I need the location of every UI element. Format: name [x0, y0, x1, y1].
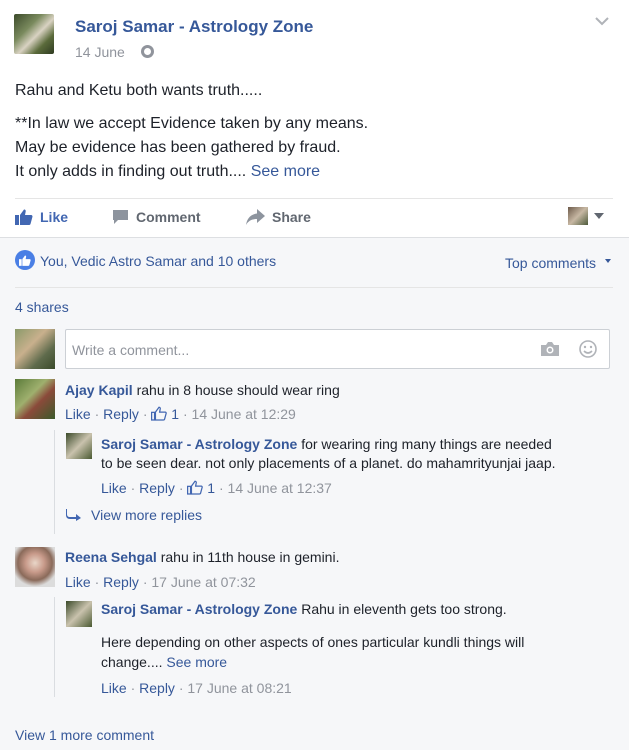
reply-reply-link[interactable]: Reply	[139, 680, 175, 696]
see-more-link[interactable]: See more	[251, 163, 320, 180]
comment-reply-link[interactable]: Reply	[103, 574, 139, 590]
comment: Ajay Kapil rahu in 8 house should wear r…	[65, 382, 340, 398]
thumbs-up-icon	[187, 480, 204, 495]
post-text-last: It only adds in finding out truth....	[15, 163, 247, 180]
divider	[15, 198, 613, 199]
divider	[15, 287, 613, 288]
like-reaction-icon	[15, 250, 35, 270]
see-more-link[interactable]: See more	[166, 654, 227, 670]
shares-count[interactable]: 4 shares	[15, 299, 69, 315]
comment-text: rahu in 8 house should wear ring	[136, 382, 340, 398]
current-user-avatar	[15, 329, 55, 369]
chevron-down-icon[interactable]	[595, 16, 609, 26]
comment-like-link[interactable]: Like	[65, 574, 91, 590]
comment-reply-link[interactable]: Reply	[103, 406, 139, 422]
reply-meta: Like · Reply · 1 · 14 June at 12:37	[101, 480, 332, 496]
reply-meta: Like · Reply · 17 June at 08:21	[101, 680, 292, 696]
post-text-line: May be evidence has been gathered by fra…	[15, 139, 341, 156]
reply-like-count[interactable]: 1	[207, 480, 215, 496]
post-date[interactable]: 14 June	[75, 44, 125, 60]
reply-author[interactable]: Saroj Samar - Astrology Zone	[101, 436, 297, 452]
reply-author[interactable]: Saroj Samar - Astrology Zone	[101, 601, 297, 617]
comment-like-link[interactable]: Like	[65, 406, 91, 422]
comment-author[interactable]: Reena Sehgal	[65, 549, 157, 565]
reply-thread-line	[54, 597, 55, 697]
reply-time[interactable]: 17 June at 08:21	[187, 680, 291, 696]
reply-thread-line	[54, 430, 55, 534]
thumbs-up-icon	[151, 406, 168, 421]
reply-text: for wearing ring many things are needed	[301, 436, 552, 452]
replier-avatar[interactable]	[66, 601, 92, 627]
comment-meta: Like · Reply · 17 June at 07:32	[65, 574, 256, 590]
share-as-avatar[interactable]	[568, 207, 588, 225]
commenter-avatar[interactable]	[15, 379, 55, 419]
reply-reply-link[interactable]: Reply	[139, 480, 175, 496]
comment-bubble-icon	[113, 210, 128, 224]
reply: Saroj Samar - Astrology Zone for wearing…	[101, 434, 611, 455]
comment: Reena Sehgal rahu in 11th house in gemin…	[65, 549, 339, 565]
comment-text: rahu in 11th house in gemini.	[160, 549, 340, 565]
view-more-replies-label: View more replies	[91, 507, 203, 523]
like-button[interactable]: Like	[15, 209, 68, 225]
reply-text-last: change....	[101, 654, 163, 670]
post-text-line: Rahu and Ketu both wants truth.....	[15, 82, 263, 99]
camera-icon[interactable]	[540, 341, 560, 357]
reply-text: Rahu in eleventh gets too strong.	[301, 601, 507, 617]
like-label: Like	[40, 209, 69, 225]
reply-arrow-icon	[66, 509, 81, 521]
comment-label: Comment	[136, 209, 201, 225]
reply-like-link[interactable]: Like	[101, 480, 127, 496]
thumbs-up-icon	[15, 209, 33, 225]
reply: Saroj Samar - Astrology Zone Rahu in ele…	[101, 601, 507, 617]
reply-text-continued: change.... See more	[101, 654, 227, 670]
comment-time[interactable]: 14 June at 12:29	[192, 406, 296, 422]
comment-author[interactable]: Ajay Kapil	[65, 382, 133, 398]
post-text-line: It only adds in finding out truth.... Se…	[15, 163, 320, 181]
chevron-down-icon[interactable]	[594, 213, 604, 219]
chevron-down-icon[interactable]	[605, 259, 611, 263]
post-author-name[interactable]: Saroj Samar - Astrology Zone	[75, 17, 313, 37]
post-text-line: **In law we accept Evidence taken by any…	[15, 115, 369, 132]
share-button[interactable]: Share	[246, 209, 311, 225]
author-avatar[interactable]	[14, 14, 54, 54]
replier-avatar[interactable]	[66, 433, 92, 459]
comment-button[interactable]: Comment	[112, 209, 201, 225]
commenter-avatar[interactable]	[15, 547, 55, 587]
comment-like-count[interactable]: 1	[171, 406, 179, 422]
top-comments-dropdown[interactable]: Top comments	[505, 255, 596, 271]
share-label: Share	[272, 209, 311, 225]
share-arrow-icon	[246, 209, 265, 225]
view-more-replies[interactable]: View more replies	[66, 507, 202, 523]
smiley-icon[interactable]	[579, 340, 597, 358]
reply-text-continued: to be seen dear. not only placements of …	[101, 455, 556, 471]
comment-input-placeholder: Write a comment...	[72, 342, 190, 358]
globe-icon	[141, 45, 154, 58]
comment-time[interactable]: 17 June at 07:32	[151, 574, 255, 590]
reply-time[interactable]: 14 June at 12:37	[228, 480, 332, 496]
view-more-comments[interactable]: View 1 more comment	[15, 727, 154, 743]
reactions-summary[interactable]: You, Vedic Astro Samar and 10 others	[40, 253, 276, 269]
reply-like-link[interactable]: Like	[101, 680, 127, 696]
reply-text-continued: Here depending on other aspects of ones …	[101, 634, 525, 650]
comment-meta: Like · Reply · 1 · 14 June at 12:29	[65, 406, 296, 422]
